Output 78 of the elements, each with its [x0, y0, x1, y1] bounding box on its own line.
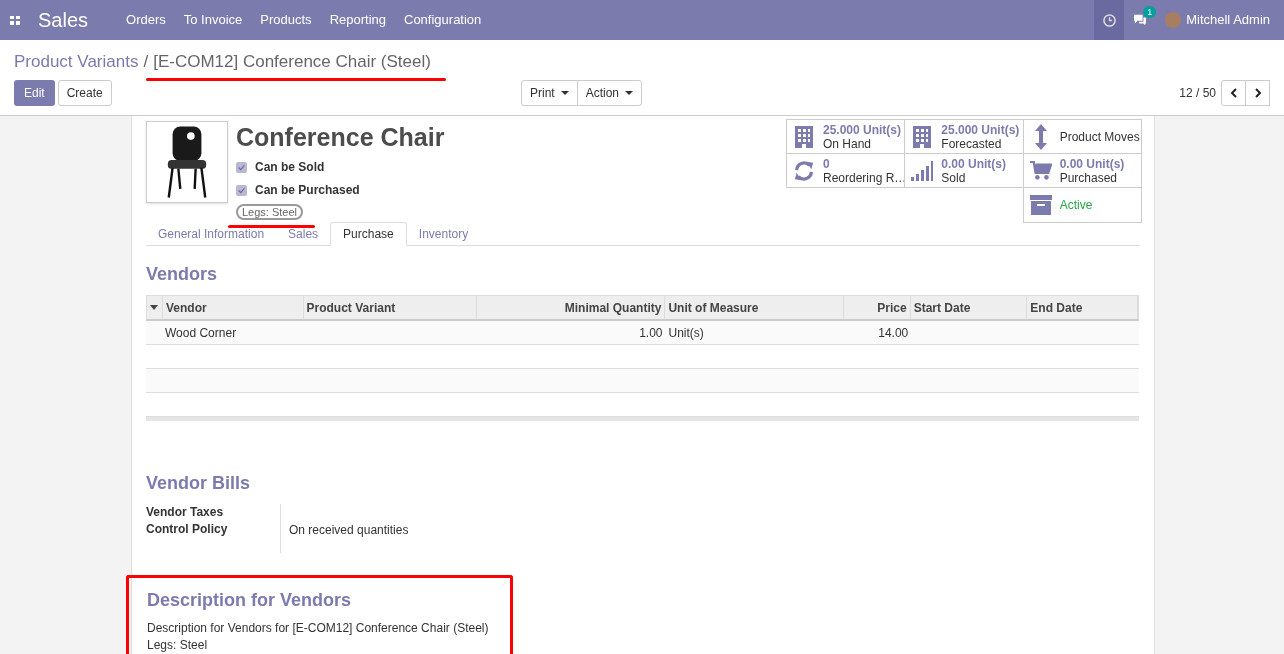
- smart-button[interactable]: Product Moves: [1022, 119, 1142, 154]
- stat-label: On Hand: [823, 136, 872, 151]
- tab[interactable]: General Information: [146, 222, 277, 245]
- refresh-icon: [793, 159, 815, 182]
- archive-box-icon: [1029, 195, 1052, 215]
- table-cell-text: Unit(s): [667, 324, 705, 342]
- menu-item[interactable]: Products: [260, 10, 312, 30]
- checkbox-label: Can be Purchased: [255, 182, 360, 199]
- checkbox-label: Can be Sold: [255, 159, 325, 176]
- stat-value: 0: [823, 156, 831, 171]
- smart-button[interactable]: 0 Reordering R…: [786, 153, 906, 188]
- user-menu[interactable]: Mitchell Admin: [1186, 10, 1270, 30]
- tab[interactable]: Purchase: [330, 222, 407, 246]
- edit-button[interactable]: Edit: [14, 80, 55, 106]
- stat-label: Forecasted: [941, 136, 1002, 151]
- smart-button[interactable]: 25.000 Unit(s) On Hand: [786, 119, 906, 154]
- stat-value: 25.000 Unit(s): [941, 122, 1020, 137]
- menu-item[interactable]: Configuration: [404, 10, 482, 30]
- column-header[interactable]: Minimal Quantity: [477, 296, 666, 319]
- menu-item[interactable]: Orders: [126, 10, 166, 30]
- stat-value: 0.00 Unit(s): [941, 156, 1006, 171]
- notification-count: 1: [1143, 6, 1157, 18]
- clock-icon: [1102, 13, 1116, 27]
- column-header[interactable]: Price: [843, 296, 911, 319]
- table-cell-text: 1.00: [638, 324, 664, 342]
- breadcrumb-separator: /: [143, 51, 149, 74]
- chevron-right-icon: [1253, 88, 1262, 98]
- field-label: Vendor Taxes: [146, 504, 225, 521]
- activity-button[interactable]: [1094, 0, 1125, 40]
- caret-icon: [625, 91, 634, 95]
- breadcrumb-current: [E-COM12] Conference Chair (Steel): [153, 52, 431, 72]
- field-value: On received quantities: [289, 522, 409, 539]
- table-cell-text: Wood Corner: [164, 324, 238, 342]
- column-header[interactable]: End Date: [1027, 296, 1138, 319]
- building-icon: [912, 124, 933, 149]
- section-heading: Description for Vendors: [147, 589, 353, 612]
- description-text: Legs: Steel: [147, 637, 209, 654]
- attribute-tag: Legs: Steel: [236, 204, 304, 220]
- stat-label: Sold: [941, 170, 967, 185]
- column-header[interactable]: Vendor: [162, 296, 304, 319]
- create-button[interactable]: Create: [57, 80, 112, 106]
- bar-chart-icon: [911, 160, 934, 181]
- previous-page-button[interactable]: [1221, 80, 1246, 106]
- description-text: Description for Vendors for [E-COM12] Conference Chair (Steel): [147, 620, 490, 637]
- stat-value: 25.000 Unit(s): [823, 122, 902, 137]
- up-down-arrow-icon: [1034, 123, 1047, 150]
- section-heading: Vendor Bills: [146, 472, 252, 495]
- apps-grid-icon[interactable]: [10, 15, 20, 25]
- cart-icon: [1029, 160, 1052, 181]
- tab[interactable]: Sales: [276, 222, 331, 245]
- checkbox[interactable]: [236, 161, 247, 173]
- column-header[interactable]: Product Variant: [303, 296, 477, 319]
- field-label: Control Policy: [146, 521, 229, 538]
- caret-icon: [560, 91, 569, 95]
- sort-caret-icon[interactable]: [147, 296, 163, 319]
- chat-bubbles-icon: [1133, 14, 1148, 26]
- messages-button[interactable]: [1133, 14, 1148, 26]
- stat-label: Reordering R…: [823, 170, 907, 185]
- building-icon: [794, 124, 814, 149]
- dropdown-button[interactable]: Action: [576, 81, 642, 105]
- breadcrumb-link[interactable]: Product Variants: [14, 49, 139, 75]
- dropdown-button[interactable]: Print: [522, 81, 577, 105]
- next-page-button[interactable]: [1245, 80, 1270, 106]
- tab[interactable]: Inventory: [406, 222, 481, 245]
- avatar: [1165, 12, 1182, 28]
- column-header[interactable]: Unit of Measure: [665, 296, 844, 319]
- menu-item[interactable]: To Invoice: [183, 10, 243, 30]
- section-heading: Vendors: [146, 263, 219, 286]
- stat-value: 0.00 Unit(s): [1059, 156, 1125, 171]
- checkbox[interactable]: [236, 184, 247, 196]
- menu-item[interactable]: Reporting: [329, 10, 386, 30]
- column-header[interactable]: Start Date: [910, 296, 1028, 319]
- chevron-left-icon: [1229, 88, 1238, 98]
- app-name[interactable]: Sales: [38, 5, 89, 35]
- product-name: Conference Chair: [236, 122, 445, 152]
- pager-value: 12 / 50: [1179, 85, 1216, 102]
- stat-label: Purchased: [1059, 170, 1118, 185]
- table-cell-text: 14.00: [877, 324, 910, 342]
